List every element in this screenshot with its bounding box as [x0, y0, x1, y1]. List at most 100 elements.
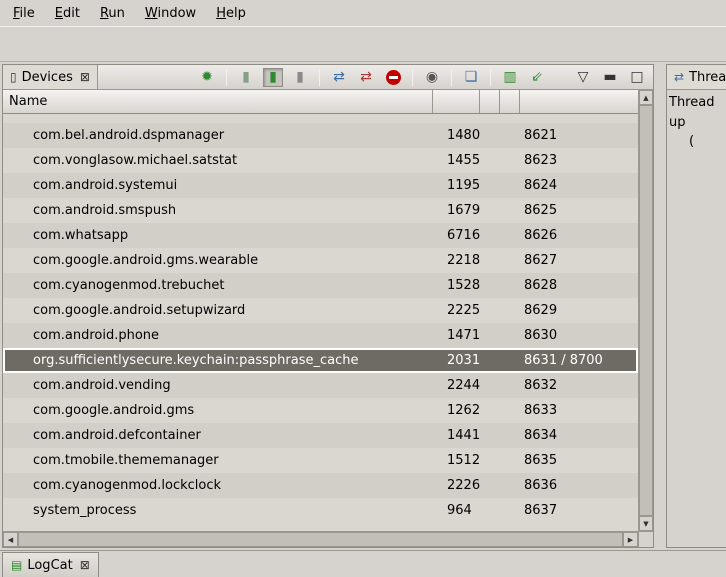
vertical-scrollbar[interactable]: ▲ ▼ — [638, 90, 653, 531]
device-row[interactable]: com.google.android.gms.wearable22185 8627 — [3, 248, 638, 273]
pull-file-icon[interactable]: ⇙ — [527, 68, 547, 87]
column-header-spare2[interactable] — [500, 90, 520, 113]
dump-hprof-icon[interactable]: ▮ — [263, 68, 283, 87]
screen-capture-icon[interactable]: ◉ — [422, 68, 442, 87]
cell-process-name: com.whatsapp — [3, 228, 433, 243]
menu-item-edit[interactable]: Edit — [46, 2, 89, 25]
capture-video-icon[interactable]: ❏ — [461, 68, 481, 87]
scroll-down-arrow[interactable]: ▼ — [639, 516, 653, 531]
device-row[interactable]: com.whatsapp6716 8626 — [3, 223, 638, 248]
device-row[interactable]: com.cyanogenmod.lockclock22265 8636 — [3, 473, 638, 498]
cell-port: 8632 — [520, 378, 638, 393]
device-row[interactable]: com.tmobile.thememanager15128635 — [3, 448, 638, 473]
toolbar-separator — [226, 69, 227, 86]
cell-port: 8621 — [520, 128, 638, 143]
cell-port: 8637 — [520, 503, 638, 518]
horizontal-scroll-thumb[interactable] — [18, 532, 623, 547]
device-icon: ▯ — [10, 71, 17, 83]
device-row[interactable]: com.android.smspush1679 8625 — [3, 198, 638, 223]
cell-port: 8635 — [520, 453, 638, 468]
cause-gc-icon[interactable]: ▮ — [290, 68, 310, 87]
cell-process-name: com.vonglasow.michael.satstat — [3, 153, 433, 168]
cell-port: 8627 — [520, 253, 638, 268]
toolbar-separator — [412, 69, 413, 86]
menu-item-window[interactable]: Window — [136, 2, 205, 25]
cell-port: 8626 — [520, 228, 638, 243]
cell-pid: 12623 — [433, 403, 480, 418]
device-row[interactable]: com.android.systemui11958624 — [3, 173, 638, 198]
cell-process-name: com.android.smspush — [3, 203, 433, 218]
device-row[interactable]: com.google.android.setupwizard222508629 — [3, 298, 638, 323]
scrollbar-corner — [638, 531, 653, 547]
maximize-icon[interactable]: □ — [627, 68, 647, 87]
menu-item-help[interactable]: Help — [207, 2, 255, 25]
vertical-scroll-thumb[interactable] — [639, 105, 653, 516]
update-heap-icon[interactable]: ▮ — [236, 68, 256, 87]
cell-port: 8623 — [520, 153, 638, 168]
cell-pid: 22265 — [433, 478, 480, 493]
cell-pid: 1195 — [433, 178, 480, 193]
cell-port: 8636 — [520, 478, 638, 493]
name-column-header[interactable]: Name — [3, 90, 433, 113]
device-row[interactable]: org.sufficientlysecure.keychain:passphra… — [3, 348, 638, 373]
cell-process-name: system_process — [3, 503, 433, 518]
cell-port: 8629 — [520, 303, 638, 318]
device-row[interactable]: com.google.android.gms126238633 — [3, 398, 638, 423]
method-profiling-icon[interactable]: ⇄ — [356, 68, 376, 87]
cell-process-name: com.google.android.gms.wearable — [3, 253, 433, 268]
pid-column-header[interactable] — [433, 90, 480, 113]
scroll-right-arrow[interactable]: ▶ — [623, 532, 638, 547]
tab-devices[interactable]: ▯ Devices ⊠ — [3, 65, 98, 89]
close-icon[interactable]: ⊠ — [80, 558, 90, 572]
tracing-icon[interactable]: ▥ — [500, 68, 520, 87]
logcat-bar: ▤ LogCat ⊠ — [0, 550, 726, 577]
devices-tabbar: ▯ Devices ⊠ ✹ ▮ ▮ ▮ ⇄ ⇄ ◉ ❏ ▥ ⇙ ▽ ▬ □ — [3, 65, 653, 90]
threads-message-line2: ( — [669, 132, 724, 152]
menu-item-run[interactable]: Run — [91, 2, 134, 25]
cell-pid: 964 — [433, 503, 480, 518]
toolbar-separator — [490, 69, 491, 86]
device-row[interactable]: com.android.defcontainer14411 8634 — [3, 423, 638, 448]
cell-port: 8625 — [520, 203, 638, 218]
debug-icon[interactable]: ✹ — [197, 68, 217, 87]
cell-pid: 22185 — [433, 253, 480, 268]
device-table-area: Name com.bel.android.dspmanager14808621c… — [3, 90, 653, 547]
minimize-icon[interactable]: ▬ — [600, 68, 620, 87]
device-row[interactable]: com.cyanogenmod.trebuchet15288628 — [3, 273, 638, 298]
panel-sash[interactable] — [654, 64, 666, 548]
device-row[interactable]: com.android.vending22440 8632 — [3, 373, 638, 398]
cell-port: 8634 — [520, 428, 638, 443]
view-menu-icon[interactable]: ▽ — [573, 68, 593, 87]
tab-logcat[interactable]: ▤ LogCat ⊠ — [2, 552, 99, 577]
cell-process-name: com.android.defcontainer — [3, 428, 433, 443]
device-row[interactable]: com.vonglasow.michael.satstat145538623 — [3, 148, 638, 173]
cell-process-name: org.sufficientlysecure.keychain:passphra… — [3, 353, 433, 368]
cell-port: 8633 — [520, 403, 638, 418]
scroll-left-arrow[interactable]: ◀ — [3, 532, 18, 547]
threads-content: Thread up ( — [667, 90, 726, 155]
cell-process-name: com.android.vending — [3, 378, 433, 393]
toolbar-strip — [0, 26, 726, 62]
port-column-header[interactable] — [520, 90, 638, 113]
cell-pid: 1480 — [433, 128, 480, 143]
tab-threads[interactable]: ⇄ Threads ⊠ — [667, 65, 726, 89]
device-row[interactable]: com.bel.android.dspmanager14808621 — [3, 123, 638, 148]
close-icon[interactable]: ⊠ — [80, 70, 90, 84]
cell-process-name: com.cyanogenmod.lockclock — [3, 478, 433, 493]
horizontal-scrollbar[interactable]: ◀ ▶ — [3, 531, 638, 547]
cell-pid: 6716 — [433, 228, 480, 243]
cell-pid: 1679 — [433, 203, 480, 218]
cell-pid: 22440 — [433, 378, 480, 393]
cell-pid: 14411 — [433, 428, 480, 443]
menu-item-file[interactable]: File — [4, 2, 44, 25]
update-threads-icon[interactable]: ⇄ — [329, 68, 349, 87]
cell-pid: 1471 — [433, 328, 480, 343]
column-header-spare1[interactable] — [480, 90, 500, 113]
stop-sign-shape — [386, 70, 401, 85]
cell-process-name: com.android.systemui — [3, 178, 433, 193]
stop-process-icon[interactable] — [383, 68, 403, 87]
threads-tabbar: ⇄ Threads ⊠ — [667, 65, 726, 90]
device-row[interactable]: com.android.phone14718630 — [3, 323, 638, 348]
scroll-up-arrow[interactable]: ▲ — [639, 90, 653, 105]
device-row[interactable]: system_process964 8637 — [3, 498, 638, 523]
